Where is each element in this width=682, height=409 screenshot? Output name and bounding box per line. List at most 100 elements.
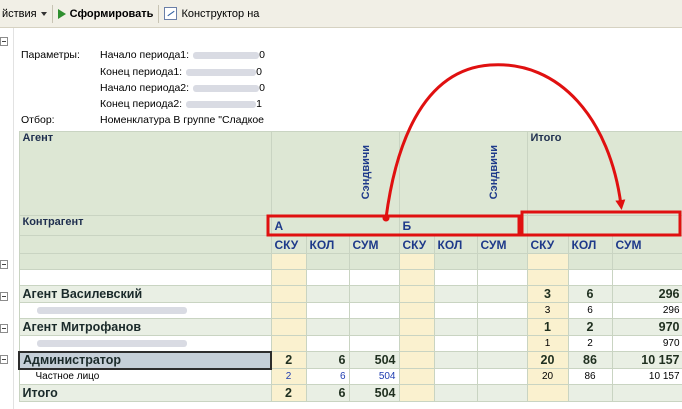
group-b-header: Сэндвичи <box>398 131 528 216</box>
grouping-gutter <box>0 28 14 409</box>
total-sku: 1 <box>526 318 569 336</box>
a-sku: 2 <box>270 368 307 385</box>
total-qty: 2 <box>567 335 613 352</box>
blurred-value <box>193 51 260 59</box>
total-header: Итого <box>526 131 682 216</box>
generate-label: Сформировать <box>69 7 154 20</box>
report-parameters: Параметры: Начало периода1: 0 Конец перио… <box>14 28 270 131</box>
param-end2-label: Конец периода2: <box>100 98 183 110</box>
a-sku: 2 <box>270 384 307 402</box>
group-a-vertical-label: Сэндвичи <box>360 144 372 200</box>
builder-button[interactable]: Конструктор на <box>164 7 259 20</box>
param-start1: Начало периода1: 0 <box>100 49 265 61</box>
group-a-header: Сэндвичи <box>270 131 400 216</box>
param-start1-value: 0 <box>259 49 265 61</box>
blurred-value <box>36 306 187 314</box>
toolbar-separator <box>158 4 160 23</box>
table-row[interactable]: Агент Митрофанов 1 2 970 <box>18 318 682 336</box>
builder-icon <box>164 7 178 20</box>
agent-name[interactable]: Администратор <box>18 350 272 370</box>
toolbar: йствия Сформировать Конструктор на <box>0 0 682 28</box>
total-sku: 3 <box>526 302 569 319</box>
actions-label[interactable]: йствия <box>2 8 37 20</box>
total-row: Итого 2 6 504 <box>18 384 682 402</box>
param-end1-value: 0 <box>256 66 262 78</box>
col-qty: КОЛ <box>433 235 478 254</box>
play-icon <box>57 8 66 19</box>
param-end2: Конец периода2: 1 <box>100 98 262 110</box>
report-table: Агент Сэндвичи Сэндвичи Итого Контрагент… <box>18 131 682 402</box>
table-row[interactable]: Частное лицо 2 6 504 20 86 10 157 <box>18 368 682 385</box>
collapse-row-icon[interactable] <box>0 324 8 333</box>
actions-menu[interactable]: йствия <box>0 8 47 20</box>
column-header-row: СКУ КОЛ СУМ СКУ КОЛ СУМ СКУ КОЛ СУМ <box>18 235 682 254</box>
table-row[interactable]: Агент Василевский 3 6 296 <box>18 285 682 303</box>
counterparty-row: Контрагент А Б <box>18 215 682 236</box>
agent-name[interactable]: Агент Митрофанов <box>18 318 272 336</box>
col-sum: СУМ <box>611 235 682 254</box>
blurred-value <box>193 84 260 92</box>
col-qty: КОЛ <box>305 235 350 254</box>
total-qty: 6 <box>567 285 613 303</box>
collapse-row-icon[interactable] <box>0 355 8 364</box>
table-row[interactable]: 3 6 296 <box>18 302 682 319</box>
spacer-row <box>18 253 682 270</box>
spacer-row <box>18 269 682 286</box>
param-end1: Конец периода1: 0 <box>100 66 262 78</box>
a-sum: 504 <box>348 384 400 402</box>
table-row[interactable]: Администратор 2 6 504 20 86 10 157 <box>18 350 682 370</box>
col-sum: СУМ <box>476 235 528 254</box>
total-sku: 1 <box>526 335 569 352</box>
col-sku: СКУ <box>398 235 435 254</box>
total-sum: 296 <box>611 302 682 319</box>
col-sku: СКУ <box>270 235 307 254</box>
blurred-value <box>186 100 257 108</box>
param-start1-label: Начало периода1: <box>100 49 190 61</box>
chevron-down-icon[interactable] <box>40 11 47 16</box>
total-sum: 970 <box>611 318 682 336</box>
a-sum: 504 <box>348 368 400 385</box>
generate-button[interactable]: Сформировать <box>57 7 154 20</box>
col-sku: СКУ <box>526 235 569 254</box>
total-qty: 2 <box>567 318 613 336</box>
a-qty: 6 <box>305 351 350 369</box>
a-qty: 6 <box>305 384 350 402</box>
agent-header: Агент <box>18 131 272 216</box>
params-label: Параметры: <box>21 49 80 61</box>
collapse-params-icon[interactable] <box>0 37 8 46</box>
counterparty-name[interactable] <box>18 335 272 352</box>
builder-label: Конструктор на <box>181 7 260 20</box>
collapse-row-icon[interactable] <box>0 292 8 301</box>
total-row-label: Итого <box>18 384 272 402</box>
blank-cell <box>18 235 272 254</box>
total-sku: 20 <box>526 351 569 369</box>
blurred-value <box>36 339 187 347</box>
group-b-letter: Б <box>398 215 528 236</box>
counterparty-name[interactable] <box>18 302 272 319</box>
total-qty: 6 <box>567 302 613 319</box>
agent-name[interactable]: Агент Василевский <box>18 285 272 303</box>
counterparty-name[interactable]: Частное лицо <box>18 368 272 385</box>
a-sum: 504 <box>348 351 400 369</box>
col-qty: КОЛ <box>567 235 613 254</box>
filter-label: Отбор: <box>21 114 55 126</box>
toolbar-separator <box>51 4 53 23</box>
header-row: Агент Сэндвичи Сэндвичи Итого <box>18 131 682 216</box>
total-qty: 86 <box>567 351 613 369</box>
param-end2-value: 1 <box>256 98 262 110</box>
total-sku: 20 <box>526 368 569 385</box>
param-end1-label: Конец периода1: <box>100 66 183 78</box>
a-sku: 2 <box>270 351 307 369</box>
group-b-vertical-label: Сэндвичи <box>488 144 500 200</box>
collapse-row-icon[interactable] <box>0 260 8 269</box>
total-sum: 10 157 <box>611 351 682 369</box>
total-letter-empty <box>526 215 682 236</box>
table-row[interactable]: 1 2 970 <box>18 335 682 352</box>
col-sum: СУМ <box>348 235 400 254</box>
group-a-letter: А <box>270 215 400 236</box>
filter-value: Номенклатура В группе "Сладкое <box>100 114 265 126</box>
param-start2-label: Начало периода2: <box>100 82 190 94</box>
total-sku: 3 <box>526 285 569 303</box>
param-start2-value: 0 <box>259 82 265 94</box>
total-qty: 86 <box>567 368 613 385</box>
